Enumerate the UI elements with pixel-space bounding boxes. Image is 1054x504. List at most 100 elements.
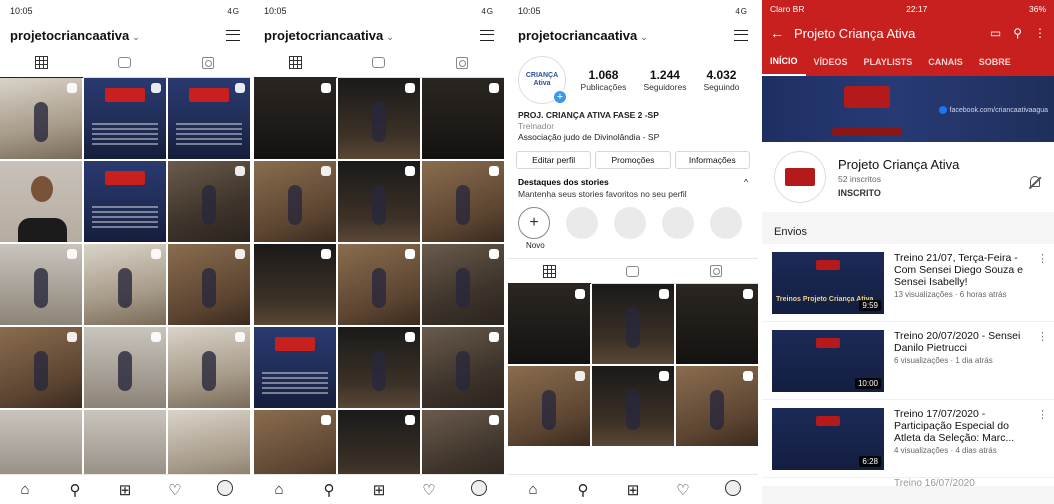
post-thumbnail[interactable] xyxy=(422,244,504,325)
post-thumbnail[interactable] xyxy=(254,327,336,408)
profile-avatar-icon[interactable] xyxy=(213,479,237,500)
post-thumbnail[interactable] xyxy=(168,161,250,242)
video-title[interactable]: Treino 17/07/2020 - Participação Especia… xyxy=(894,408,1024,444)
post-thumbnail[interactable] xyxy=(254,78,336,159)
home-icon[interactable]: ⌂ xyxy=(267,481,291,498)
post-thumbnail[interactable] xyxy=(84,78,166,159)
following-count[interactable]: 4.032 Seguindo xyxy=(704,68,740,92)
menu-icon[interactable] xyxy=(480,29,494,41)
post-thumbnail[interactable] xyxy=(168,244,250,325)
posts-count[interactable]: 1.068 Publicações xyxy=(581,68,627,92)
highlight-placeholder xyxy=(710,207,742,239)
post-thumbnail[interactable] xyxy=(84,327,166,408)
home-icon[interactable]: ⌂ xyxy=(13,481,37,498)
tab-videos[interactable]: VÍDEOS xyxy=(806,48,856,76)
chevron-up-icon[interactable]: ^ xyxy=(744,177,748,187)
post-thumbnail[interactable] xyxy=(0,161,82,242)
post-thumbnail[interactable] xyxy=(254,244,336,325)
add-post-icon[interactable]: ⊞ xyxy=(367,481,391,499)
video-item[interactable]: 6:28 Treino 17/07/2020 - Participação Es… xyxy=(762,400,1054,478)
heart-icon[interactable]: ♡ xyxy=(671,481,695,499)
post-thumbnail[interactable] xyxy=(592,366,674,446)
post-thumbnail[interactable] xyxy=(508,366,590,446)
account-switcher[interactable]: projetocriancaativa ⌄ xyxy=(518,28,648,43)
more-vert-icon[interactable]: ⋮ xyxy=(1037,330,1048,343)
video-item-partial[interactable]: Treino 16/07/2020 xyxy=(762,478,1054,486)
video-title[interactable]: Treino 20/07/2020 - Sensei Danilo Pietru… xyxy=(894,330,1024,354)
search-icon[interactable]: ⚲ xyxy=(63,481,87,499)
new-highlight-button[interactable]: + xyxy=(518,207,550,239)
post-thumbnail[interactable] xyxy=(84,244,166,325)
search-icon[interactable]: ⚲ xyxy=(571,481,595,499)
video-item[interactable]: 10:00 Treino 20/07/2020 - Sensei Danilo … xyxy=(762,322,1054,400)
post-thumbnail[interactable] xyxy=(0,244,82,325)
menu-icon[interactable] xyxy=(734,29,748,41)
more-vert-icon[interactable]: ⋮ xyxy=(1034,26,1046,40)
video-thumbnail[interactable]: Treinos Projeto Criança Ativa 9:59 xyxy=(772,252,884,314)
post-thumbnail[interactable] xyxy=(676,284,758,364)
account-switcher[interactable]: projetocriancaativa ⌄ xyxy=(264,28,394,43)
facebook-link[interactable]: facebook.com/criancaativaagua xyxy=(938,106,1048,114)
tab-tagged[interactable] xyxy=(167,48,250,77)
more-vert-icon[interactable]: ⋮ xyxy=(1037,408,1048,421)
tab-tagged[interactable] xyxy=(421,48,504,77)
tab-playlists[interactable]: PLAYLISTS xyxy=(856,48,921,76)
post-thumbnail[interactable] xyxy=(168,327,250,408)
tab-grid[interactable] xyxy=(254,48,338,78)
tab-igtv[interactable] xyxy=(83,48,166,77)
menu-icon[interactable] xyxy=(226,29,240,41)
post-thumbnail[interactable] xyxy=(338,327,420,408)
post-thumbnail[interactable] xyxy=(338,78,420,159)
post-thumbnail[interactable] xyxy=(338,244,420,325)
tab-grid[interactable] xyxy=(508,259,592,284)
post-thumbnail[interactable] xyxy=(0,78,82,159)
video-thumbnail[interactable]: 6:28 xyxy=(772,408,884,470)
profile-picture[interactable]: CRIANÇA Ativa + xyxy=(518,56,567,104)
video-item[interactable]: Treinos Projeto Criança Ativa 9:59 Trein… xyxy=(762,244,1054,322)
highlights-header[interactable]: Destaques dos stories ^ xyxy=(508,169,758,187)
heart-icon[interactable]: ♡ xyxy=(163,481,187,499)
post-thumbnail[interactable] xyxy=(338,161,420,242)
account-switcher[interactable]: projetocriancaativa ⌄ xyxy=(10,28,140,43)
profile-avatar-icon[interactable] xyxy=(721,479,745,500)
more-vert-icon[interactable]: ⋮ xyxy=(1037,252,1048,265)
followers-count[interactable]: 1.244 Seguidores xyxy=(643,68,686,92)
tab-grid[interactable] xyxy=(0,48,84,78)
video-thumbnail[interactable]: 10:00 xyxy=(772,330,884,392)
notifications-off-icon[interactable] xyxy=(1030,176,1040,187)
video-title[interactable]: Treino 21/07, Terça-Feira - Com Sensei D… xyxy=(894,252,1024,288)
add-post-icon[interactable]: ⊞ xyxy=(621,481,645,499)
profile-avatar-icon[interactable] xyxy=(467,479,491,500)
tab-tagged[interactable] xyxy=(675,259,758,283)
home-icon[interactable]: ⌂ xyxy=(521,481,545,498)
post-thumbnail[interactable] xyxy=(676,366,758,446)
search-icon[interactable]: ⚲ xyxy=(317,481,341,499)
heart-icon[interactable]: ♡ xyxy=(417,481,441,499)
post-thumbnail[interactable] xyxy=(592,284,674,364)
post-thumbnail[interactable] xyxy=(0,327,82,408)
search-icon[interactable]: ⚲ xyxy=(1013,26,1022,40)
edit-profile-button[interactable]: Editar perfil xyxy=(516,151,592,169)
tab-channels[interactable]: CANAIS xyxy=(920,48,971,76)
tab-about[interactable]: SOBRE xyxy=(971,48,1019,76)
add-post-icon[interactable]: ⊞ xyxy=(113,481,137,499)
post-thumbnail[interactable] xyxy=(254,161,336,242)
post-thumbnail[interactable] xyxy=(422,78,504,159)
post-thumbnail[interactable] xyxy=(508,284,590,364)
post-thumbnail[interactable] xyxy=(168,78,250,159)
status-bar: 10:05 4G xyxy=(254,0,504,22)
insights-button[interactable]: Informações xyxy=(674,151,750,169)
grid-icon xyxy=(289,56,303,69)
subscribed-button[interactable]: INSCRITO xyxy=(838,188,959,198)
back-arrow-icon[interactable]: ← xyxy=(770,25,784,41)
post-thumbnail[interactable] xyxy=(422,161,504,242)
tab-home[interactable]: INÍCIO xyxy=(762,48,806,76)
tab-igtv[interactable] xyxy=(337,48,420,77)
promotions-button[interactable]: Promoções xyxy=(595,151,671,169)
video-stats: 13 visualizações · 6 horas atrás xyxy=(894,290,1007,299)
tab-igtv[interactable] xyxy=(591,259,674,283)
cast-icon[interactable]: ▭ xyxy=(990,26,1001,40)
post-thumbnail[interactable] xyxy=(84,161,166,242)
post-thumbnail[interactable] xyxy=(422,327,504,408)
add-story-icon[interactable]: + xyxy=(553,90,567,104)
